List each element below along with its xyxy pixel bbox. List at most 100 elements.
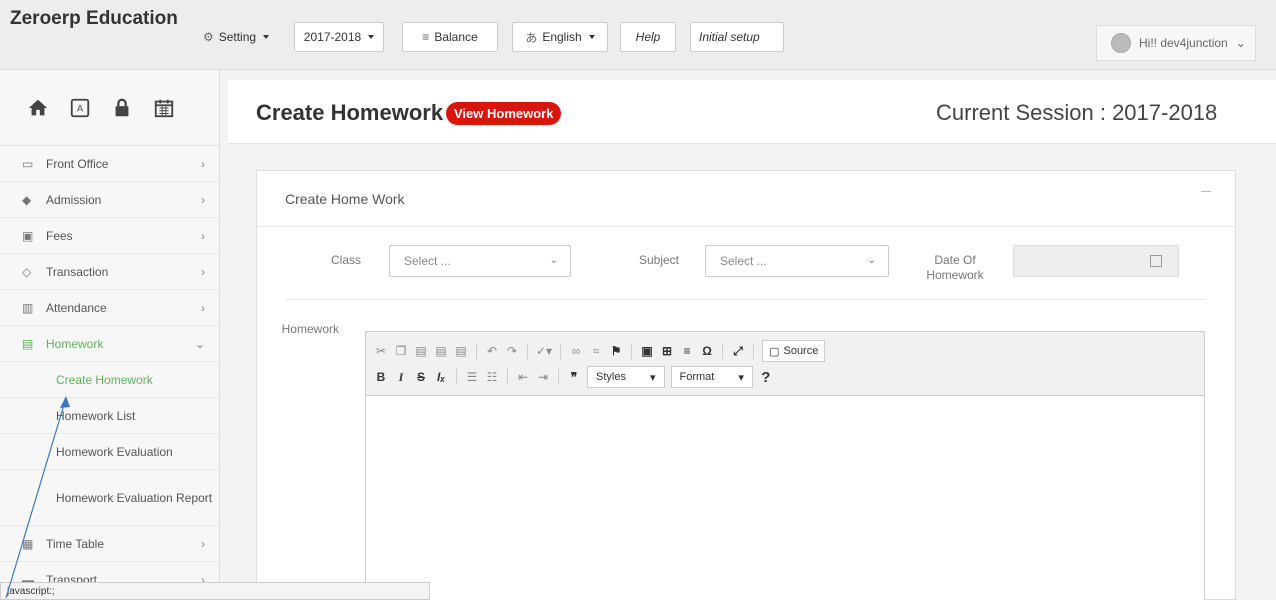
translate-book-icon[interactable]: A — [66, 93, 94, 123]
copy-icon[interactable]: ❐ — [394, 344, 408, 358]
class-label: Class — [330, 253, 361, 267]
chevron-down-icon: ⌄ — [1235, 36, 1246, 50]
sidebar: A ▭ Front Office › ◆ Admission › ▣ Fees … — [0, 70, 220, 600]
sidebar-item-front-office[interactable]: ▭ Front Office › — [0, 146, 219, 182]
help-button[interactable]: Help — [620, 22, 676, 52]
caret-down-icon — [368, 35, 375, 39]
help-icon[interactable]: ? — [759, 369, 773, 386]
indent-icon[interactable]: ⇥ — [536, 370, 550, 384]
balance-button[interactable]: ≡ Balance — [402, 22, 498, 52]
bulleted-list-icon[interactable]: ☷ — [485, 370, 499, 384]
undo-icon[interactable]: ↶ — [485, 344, 499, 358]
spellcheck-icon[interactable]: ✓▾ — [536, 344, 552, 358]
styles-dropdown[interactable]: Styles ▾ — [587, 366, 665, 388]
chevron-right-icon: › — [201, 228, 205, 243]
sidebar-item-transaction[interactable]: ◇ Transaction › — [0, 254, 219, 290]
home-icon[interactable] — [24, 93, 52, 123]
chevron-down-icon: ⌄ — [549, 255, 558, 266]
unlink-icon[interactable]: ≈ — [589, 344, 603, 358]
database-icon: ≡ — [422, 30, 430, 44]
initial-setup-button[interactable]: Initial setup — [690, 22, 784, 52]
format-dropdown[interactable]: Format ▾ — [670, 366, 753, 388]
toolbar-separator — [507, 369, 508, 385]
calendar-icon[interactable] — [150, 93, 178, 123]
create-homework-panel: Create Home Work Class Select ... ⌄ Subj… — [256, 170, 1236, 600]
class-select[interactable]: Select ... ⌄ — [389, 245, 571, 277]
user-menu[interactable]: Hi!! dev4junction ⌄ — [1096, 25, 1256, 61]
divider — [285, 299, 1205, 300]
toolbar-separator — [476, 343, 477, 359]
editor-toolbar: ✂ ❐ ▤ ▤ ▤ ↶ ↷ ✓▾ ∞ ≈ ⚑ ▣ ⊞ ≡ Ω ⤢ ▢ Sourc… — [366, 332, 1204, 396]
homework-label: Homework — [281, 322, 339, 336]
submenu-create-homework[interactable]: Create Homework — [0, 362, 219, 398]
calendar-icon: ▦ — [22, 536, 34, 551]
chevron-right-icon: › — [201, 536, 205, 551]
submenu-homework-evaluation-report[interactable]: Homework Evaluation Report — [0, 470, 219, 526]
link-icon[interactable]: ∞ — [569, 344, 583, 358]
maximize-icon[interactable]: ⤢ — [731, 344, 745, 359]
special-char-icon[interactable]: Ω — [700, 344, 714, 358]
chevron-down-icon: ⌄ — [194, 336, 205, 351]
paste-icon[interactable]: ▤ — [414, 344, 428, 358]
view-homework-button[interactable]: View Homework — [446, 102, 562, 125]
brand-logo[interactable]: Zeroerp Education — [10, 8, 178, 30]
table-icon[interactable]: ⊞ — [660, 344, 674, 358]
sidebar-item-admission[interactable]: ◆ Admission › — [0, 182, 219, 218]
anchor-flag-icon[interactable]: ⚑ — [609, 344, 623, 358]
panel-title: Create Home Work — [257, 171, 1235, 227]
date-input[interactable] — [1013, 245, 1179, 277]
bold-icon[interactable]: B — [374, 370, 388, 384]
desktop-icon: ▭ — [22, 156, 34, 171]
sidebar-item-time-table[interactable]: ▦ Time Table › — [0, 526, 219, 562]
language-dropdown[interactable]: あ English — [512, 22, 608, 52]
bar-chart-icon: ▥ — [22, 300, 34, 315]
remove-format-icon[interactable]: Iₓ — [434, 370, 448, 384]
submenu-homework-list[interactable]: Homework List — [0, 398, 219, 434]
document-icon: ▤ — [22, 336, 34, 351]
quick-links: A — [0, 70, 219, 146]
chevron-right-icon: › — [201, 156, 205, 171]
italic-icon[interactable]: I — [394, 370, 408, 385]
collapse-icon[interactable] — [1201, 191, 1211, 192]
submenu-homework-evaluation[interactable]: Homework Evaluation — [0, 434, 219, 470]
blockquote-icon[interactable]: ❞ — [567, 370, 581, 384]
toolbar-separator — [722, 343, 724, 359]
numbered-list-icon[interactable]: ☰ — [465, 370, 479, 384]
lock-icon[interactable] — [108, 93, 136, 123]
image-icon[interactable]: ▣ — [640, 344, 654, 358]
graduation-cap-icon: ◆ — [22, 192, 32, 207]
subject-select[interactable]: Select ... ⌄ — [705, 245, 889, 277]
homework-rich-text-editor[interactable]: ✂ ❐ ▤ ▤ ▤ ↶ ↷ ✓▾ ∞ ≈ ⚑ ▣ ⊞ ≡ Ω ⤢ ▢ Sourc… — [365, 331, 1205, 600]
svg-text:A: A — [77, 103, 84, 113]
toolbar-separator — [631, 343, 633, 359]
editor-content-area[interactable] — [366, 396, 1204, 600]
translate-icon: あ — [525, 30, 538, 45]
current-session: Current Session : 2017-2018 — [936, 100, 1218, 125]
money-icon: ▣ — [22, 228, 34, 243]
top-navbar: Zeroerp Education ⚙ Setting 2017-2018 ≡ … — [0, 0, 1276, 70]
year-dropdown[interactable]: 2017-2018 — [294, 22, 384, 52]
page-title: Create Homework — [256, 100, 444, 125]
browser-status-bar: javascript:; — [0, 582, 430, 600]
outdent-icon[interactable]: ⇤ — [516, 370, 530, 384]
source-button[interactable]: ▢ Source — [762, 340, 826, 362]
setting-dropdown[interactable]: ⚙ Setting — [196, 22, 276, 52]
sidebar-item-attendance[interactable]: ▥ Attendance › — [0, 290, 219, 326]
calendar-icon[interactable] — [1150, 255, 1162, 267]
chevron-down-icon: ⌄ — [867, 255, 876, 266]
paste-text-icon[interactable]: ▤ — [434, 344, 448, 358]
horizontal-line-icon[interactable]: ≡ — [680, 344, 694, 358]
redo-icon[interactable]: ↷ — [505, 344, 519, 358]
strikethrough-icon[interactable]: S — [414, 370, 428, 384]
cut-icon[interactable]: ✂ — [374, 344, 388, 358]
sidebar-item-fees[interactable]: ▣ Fees › — [0, 218, 219, 254]
toolbar-separator — [558, 369, 559, 385]
chevron-right-icon: › — [201, 192, 205, 207]
paste-word-icon[interactable]: ▤ — [454, 344, 468, 358]
toolbar-separator — [456, 369, 457, 385]
sidebar-item-homework[interactable]: ▤ Homework ⌄ — [0, 326, 219, 362]
chevron-right-icon: › — [201, 300, 205, 315]
caret-down-icon — [588, 35, 595, 39]
toolbar-separator — [527, 343, 528, 359]
toolbar-separator — [753, 343, 755, 359]
